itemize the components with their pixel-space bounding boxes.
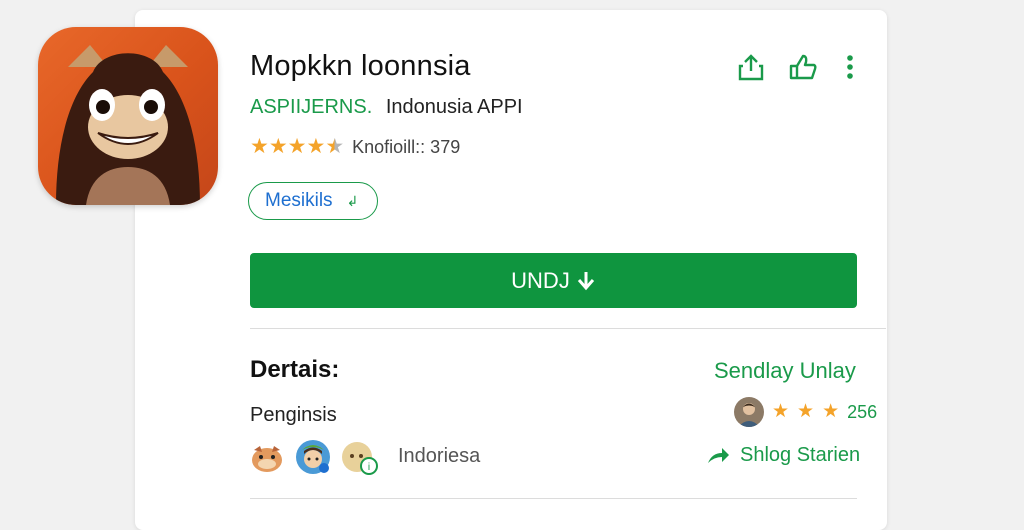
chevron-down-icon: ↲ — [346, 192, 359, 209]
developer-row: ASPIIJERNS. Indonusia APPI — [250, 96, 523, 119]
details-pill-button[interactable]: Mesikils ↲ — [248, 182, 378, 220]
install-label: UNDJ — [511, 267, 570, 293]
star-icon: ★ — [306, 135, 326, 158]
half-star-icon: ★ — [325, 135, 345, 158]
reviewer-rating: ★ ★ ★ 256 — [734, 397, 877, 427]
reviewer-avatar[interactable] — [734, 397, 764, 427]
star-icon: ★ — [797, 401, 815, 422]
rating-stars: ★ ★ ★ ★ ★ — [250, 136, 344, 158]
more-vert-icon[interactable] — [836, 50, 864, 84]
share-link[interactable]: Shlog Starien — [706, 444, 860, 467]
developer-name[interactable]: ASPIIJERNS. — [250, 96, 372, 118]
star-icon: ★ — [268, 135, 288, 158]
svg-text:i: i — [368, 462, 370, 473]
wishlist-icon[interactable] — [786, 50, 820, 84]
review-count: 256 — [847, 401, 878, 422]
developer-subtitle: Indonusia APPI — [385, 96, 523, 118]
rating-count: Knofioill:: 379 — [352, 136, 461, 157]
user-avatar[interactable]: i — [340, 438, 378, 476]
share-link-label: Shlog Starien — [740, 444, 861, 466]
see-all-link[interactable]: Sendlay Unlay — [714, 358, 856, 384]
share-arrow-icon — [708, 447, 729, 463]
section-divider — [250, 328, 886, 329]
user-avatar[interactable] — [294, 438, 332, 476]
details-pill-label: Mesikils — [265, 190, 333, 211]
section-divider — [250, 498, 857, 499]
details-heading: Dertais: — [250, 356, 340, 383]
star-icon: ★ — [287, 135, 307, 158]
rating-row: ★ ★ ★ ★ ★ Knofioill:: 379 — [250, 136, 460, 158]
user-avatar[interactable] — [248, 438, 286, 476]
category-label: Penginsis — [250, 404, 337, 426]
region-label: Indoriesa — [398, 445, 481, 467]
star-icon: ★ — [250, 135, 269, 158]
star-icon: ★ — [822, 401, 840, 422]
share-icon[interactable] — [734, 50, 768, 84]
app-icon[interactable] — [38, 27, 218, 205]
install-button[interactable]: UNDJ — [250, 253, 857, 308]
download-arrow-icon — [577, 271, 594, 290]
avatar-row: i — [248, 438, 378, 476]
app-title: Mopkkn loonnsia — [250, 50, 471, 82]
cartoon-animal-icon — [56, 45, 200, 205]
star-icon: ★ — [772, 401, 790, 422]
